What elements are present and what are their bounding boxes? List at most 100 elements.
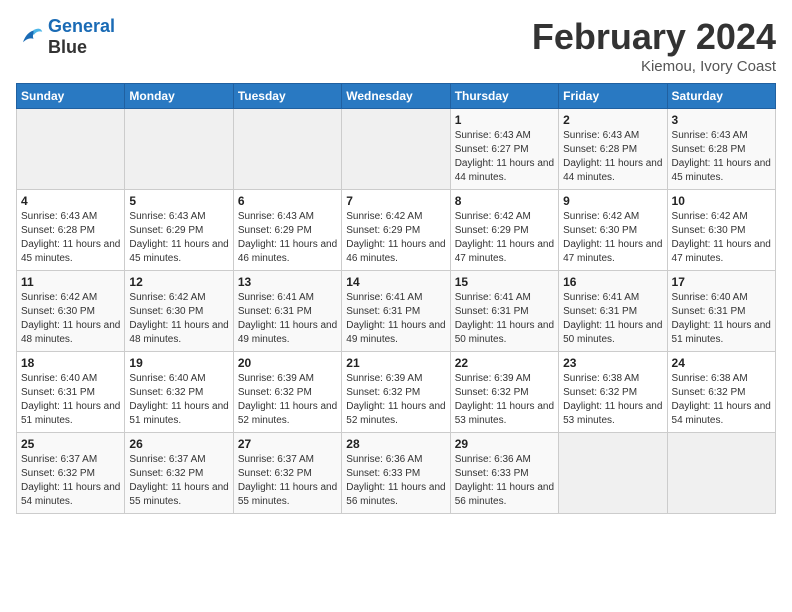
calendar-cell: 26 Sunrise: 6:37 AMSunset: 6:32 PMDayligh… — [125, 433, 233, 514]
weekday-header: Friday — [559, 84, 667, 109]
day-info: Sunrise: 6:41 AMSunset: 6:31 PMDaylight:… — [563, 291, 662, 347]
calendar-cell: 7 Sunrise: 6:42 AMSunset: 6:29 PMDaylight… — [342, 190, 450, 271]
day-info: Sunrise: 6:43 AMSunset: 6:28 PMDaylight:… — [563, 129, 662, 185]
day-info: Sunrise: 6:42 AMSunset: 6:29 PMDaylight:… — [455, 210, 554, 266]
calendar-cell: 29 Sunrise: 6:36 AMSunset: 6:33 PMDayligh… — [450, 433, 558, 514]
calendar-cell: 8 Sunrise: 6:42 AMSunset: 6:29 PMDaylight… — [450, 190, 558, 271]
calendar-cell: 22 Sunrise: 6:39 AMSunset: 6:32 PMDayligh… — [450, 352, 558, 433]
day-number: 28 — [346, 437, 445, 451]
day-number: 16 — [563, 275, 662, 289]
calendar-cell: 17Sunrise: 6:40 AMSunset: 6:31 PMDayligh… — [667, 271, 775, 352]
page-header: General Blue February 2024 Kiemou, Ivory… — [16, 16, 776, 75]
day-number: 13 — [238, 275, 337, 289]
calendar-cell: 25 Sunrise: 6:37 AMSunset: 6:32 PMDayligh… — [17, 433, 125, 514]
calendar-week-row: 18Sunrise: 6:40 AMSunset: 6:31 PMDayligh… — [17, 352, 776, 433]
day-info: Sunrise: 6:41 AMSunset: 6:31 PMDaylight:… — [346, 291, 445, 347]
day-number: 26 — [129, 437, 228, 451]
day-number: 8 — [455, 194, 554, 208]
calendar-cell: 11Sunrise: 6:42 AMSunset: 6:30 PMDayligh… — [17, 271, 125, 352]
day-info: Sunrise: 6:37 AMSunset: 6:32 PMDaylight:… — [238, 453, 337, 509]
calendar-cell — [559, 433, 667, 514]
weekday-header: Wednesday — [342, 84, 450, 109]
day-number: 24 — [672, 356, 771, 370]
calendar-cell: 20Sunrise: 6:39 AMSunset: 6:32 PMDayligh… — [233, 352, 341, 433]
calendar-week-row: 25 Sunrise: 6:37 AMSunset: 6:32 PMDayligh… — [17, 433, 776, 514]
calendar-cell: 10 Sunrise: 6:42 AMSunset: 6:30 PMDayligh… — [667, 190, 775, 271]
day-info: Sunrise: 6:42 AMSunset: 6:30 PMDaylight:… — [129, 291, 228, 347]
day-number: 1 — [455, 113, 554, 127]
day-number: 27 — [238, 437, 337, 451]
calendar-cell — [125, 109, 233, 190]
day-number: 9 — [563, 194, 662, 208]
calendar-cell: 5 Sunrise: 6:43 AMSunset: 6:29 PMDaylight… — [125, 190, 233, 271]
day-number: 7 — [346, 194, 445, 208]
day-info: Sunrise: 6:37 AMSunset: 6:32 PMDaylight:… — [21, 453, 120, 509]
day-info: Sunrise: 6:43 AMSunset: 6:28 PMDaylight:… — [672, 129, 771, 185]
calendar-cell: 9 Sunrise: 6:42 AMSunset: 6:30 PMDaylight… — [559, 190, 667, 271]
day-info: Sunrise: 6:42 AMSunset: 6:29 PMDaylight:… — [346, 210, 445, 266]
calendar-cell: 3Sunrise: 6:43 AMSunset: 6:28 PMDaylight… — [667, 109, 775, 190]
day-number: 11 — [21, 275, 120, 289]
day-info: Sunrise: 6:42 AMSunset: 6:30 PMDaylight:… — [563, 210, 662, 266]
day-info: Sunrise: 6:37 AMSunset: 6:32 PMDaylight:… — [129, 453, 228, 509]
day-number: 15 — [455, 275, 554, 289]
calendar-cell: 15 Sunrise: 6:41 AMSunset: 6:31 PMDayligh… — [450, 271, 558, 352]
calendar-cell — [17, 109, 125, 190]
day-number: 22 — [455, 356, 554, 370]
day-info: Sunrise: 6:43 AMSunset: 6:27 PMDaylight:… — [455, 129, 554, 185]
day-info: Sunrise: 6:38 AMSunset: 6:32 PMDaylight:… — [672, 372, 771, 428]
day-info: Sunrise: 6:43 AMSunset: 6:29 PMDaylight:… — [238, 210, 337, 266]
calendar-week-row: 11 Sunrise: 6:42 AMSunset: 6:30 PMDayligh… — [17, 271, 776, 352]
calendar-cell: 2 Sunrise: 6:43 AMSunset: 6:28 PMDaylight… — [559, 109, 667, 190]
day-number: 5 — [129, 194, 228, 208]
day-number: 6 — [238, 194, 337, 208]
day-number: 23 — [563, 356, 662, 370]
day-info: Sunrise: 6:40 AMSunset: 6:31 PMDaylight:… — [672, 291, 771, 347]
day-info: Sunrise: 6:42 AMSunset: 6:30 PMDaylight:… — [672, 210, 771, 266]
calendar-table: SundayMondayTuesdayWednesdayThursdayFrid… — [16, 83, 776, 514]
calendar-cell: 13 Sunrise: 6:41 AMSunset: 6:31 PMDayligh… — [233, 271, 341, 352]
calendar-cell: 27 Sunrise: 6:37 AMSunset: 6:32 PMDayligh… — [233, 433, 341, 514]
logo: General Blue — [16, 16, 115, 57]
weekday-header: Tuesday — [233, 84, 341, 109]
day-info: Sunrise: 6:36 AMSunset: 6:33 PMDaylight:… — [455, 453, 554, 509]
calendar-body: 1 Sunrise: 6:43 AMSunset: 6:27 PMDaylight… — [17, 109, 776, 514]
day-number: 29 — [455, 437, 554, 451]
logo-icon — [16, 23, 44, 51]
day-info: Sunrise: 6:41 AMSunset: 6:31 PMDaylight:… — [455, 291, 554, 347]
calendar-cell: 23Sunrise: 6:38 AMSunset: 6:32 PMDayligh… — [559, 352, 667, 433]
day-number: 12 — [129, 275, 228, 289]
calendar-week-row: 4Sunrise: 6:43 AMSunset: 6:28 PMDaylight… — [17, 190, 776, 271]
day-number: 14 — [346, 275, 445, 289]
calendar-cell: 16 Sunrise: 6:41 AMSunset: 6:31 PMDayligh… — [559, 271, 667, 352]
calendar-cell: 28 Sunrise: 6:36 AMSunset: 6:33 PMDayligh… — [342, 433, 450, 514]
day-info: Sunrise: 6:39 AMSunset: 6:32 PMDaylight:… — [455, 372, 554, 428]
calendar-header-row: SundayMondayTuesdayWednesdayThursdayFrid… — [17, 84, 776, 109]
calendar-cell — [342, 109, 450, 190]
day-number: 21 — [346, 356, 445, 370]
day-number: 25 — [21, 437, 120, 451]
calendar-cell: 4Sunrise: 6:43 AMSunset: 6:28 PMDaylight… — [17, 190, 125, 271]
calendar-cell — [667, 433, 775, 514]
day-info: Sunrise: 6:39 AMSunset: 6:32 PMDaylight:… — [238, 372, 337, 428]
day-info: Sunrise: 6:36 AMSunset: 6:33 PMDaylight:… — [346, 453, 445, 509]
calendar-cell: 24 Sunrise: 6:38 AMSunset: 6:32 PMDayligh… — [667, 352, 775, 433]
calendar-week-row: 1 Sunrise: 6:43 AMSunset: 6:27 PMDaylight… — [17, 109, 776, 190]
day-info: Sunrise: 6:43 AMSunset: 6:29 PMDaylight:… — [129, 210, 228, 266]
day-number: 10 — [672, 194, 771, 208]
day-info: Sunrise: 6:39 AMSunset: 6:32 PMDaylight:… — [346, 372, 445, 428]
day-number: 2 — [563, 113, 662, 127]
day-info: Sunrise: 6:43 AMSunset: 6:28 PMDaylight:… — [21, 210, 120, 266]
weekday-header: Thursday — [450, 84, 558, 109]
calendar-cell: 19Sunrise: 6:40 AMSunset: 6:32 PMDayligh… — [125, 352, 233, 433]
calendar-subtitle: Kiemou, Ivory Coast — [532, 58, 776, 75]
calendar-cell: 21 Sunrise: 6:39 AMSunset: 6:32 PMDayligh… — [342, 352, 450, 433]
calendar-cell — [233, 109, 341, 190]
calendar-title: February 2024 — [532, 16, 776, 58]
day-info: Sunrise: 6:40 AMSunset: 6:32 PMDaylight:… — [129, 372, 228, 428]
day-number: 18 — [21, 356, 120, 370]
weekday-header: Saturday — [667, 84, 775, 109]
calendar-cell: 18Sunrise: 6:40 AMSunset: 6:31 PMDayligh… — [17, 352, 125, 433]
day-info: Sunrise: 6:41 AMSunset: 6:31 PMDaylight:… — [238, 291, 337, 347]
calendar-cell: 12 Sunrise: 6:42 AMSunset: 6:30 PMDayligh… — [125, 271, 233, 352]
